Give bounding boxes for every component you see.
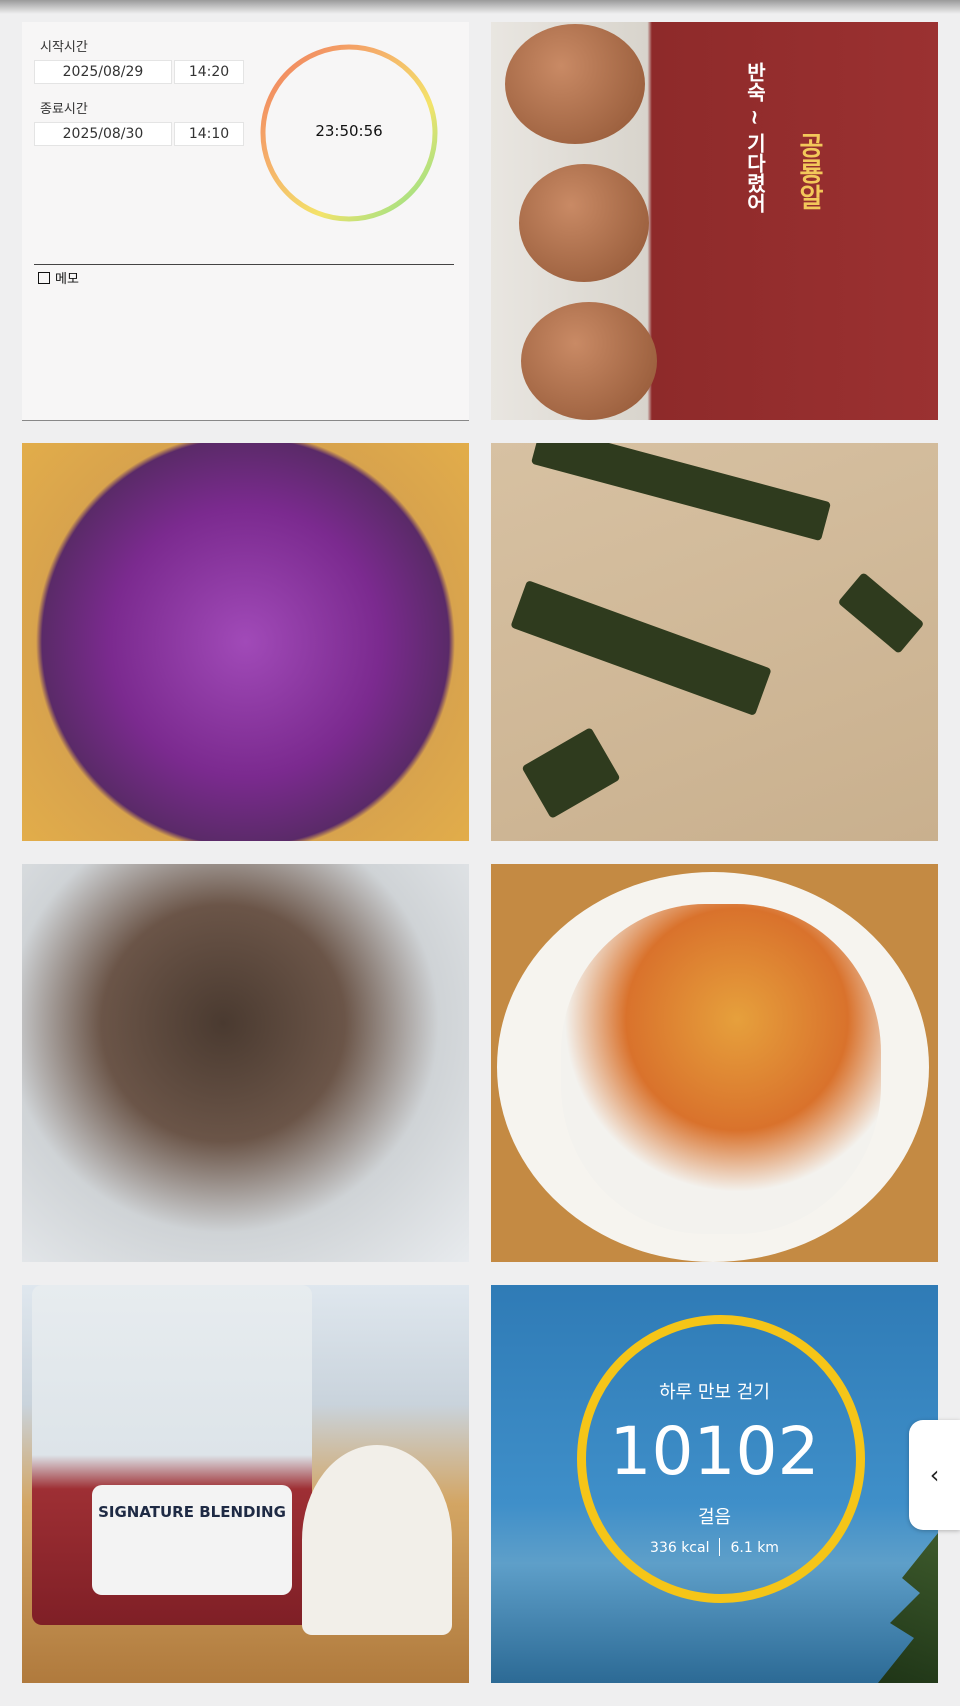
photo-eggs[interactable]: 공룡알 반숙 ~ 기다렸어 <box>491 22 938 420</box>
side-panel-toggle[interactable]: ‹ <box>909 1420 960 1530</box>
egg-box-label: 공룡알 <box>794 132 824 210</box>
status-bar-shadow <box>0 0 960 14</box>
memo-label: 메모 <box>55 272 79 287</box>
seaweed-strip <box>510 580 772 716</box>
egg-image <box>521 302 657 420</box>
step-count: 10102 <box>609 1413 820 1490</box>
paper-cup <box>302 1445 452 1635</box>
photo-drinks[interactable]: SIGNATURE BLENDING <box>22 1285 469 1683</box>
end-time-label: 종료시간 <box>40 102 88 117</box>
memo-divider <box>34 264 454 265</box>
food-on-plate <box>561 904 881 1234</box>
egg-box-sublabel: 반숙 ~ 기다렸어 <box>743 62 767 213</box>
seaweed-strip <box>837 571 925 655</box>
kcal-value: 336 kcal <box>650 1540 710 1556</box>
walk-stats: 336 kcal 6.1 km <box>491 1538 938 1556</box>
chevron-left-icon[interactable]: ‹ <box>930 1461 940 1489</box>
distance-value: 6.1 km <box>730 1540 779 1556</box>
start-time-label: 시작시간 <box>40 40 88 55</box>
cup-label: SIGNATURE BLENDING <box>92 1485 292 1595</box>
stats-separator <box>719 1538 721 1556</box>
start-time-field[interactable]: 14:20 <box>174 60 244 84</box>
elapsed-timer: 23:50:56 <box>315 122 383 140</box>
checkbox-icon[interactable] <box>38 272 50 284</box>
memo-toggle[interactable]: 메모 <box>38 268 79 287</box>
fasting-card[interactable]: 시작시간 2025/08/29 14:20 종료시간 2025/08/30 14… <box>22 22 469 421</box>
photo-rice-cake-bread[interactable] <box>22 864 469 1262</box>
end-time-field[interactable]: 14:10 <box>174 122 244 146</box>
walk-title: 하루 만보 걷기 <box>659 1382 770 1403</box>
seaweed-strip <box>530 443 832 542</box>
walking-card[interactable]: 하루 만보 걷기 10102 걸음 336 kcal 6.1 km <box>491 1285 938 1683</box>
photo-meal-plate[interactable] <box>491 864 938 1262</box>
step-unit: 걸음 <box>697 1507 732 1528</box>
photo-red-cabbage[interactable] <box>22 443 469 841</box>
end-date-field[interactable]: 2025/08/30 <box>34 122 172 146</box>
egg-image <box>519 164 649 282</box>
photo-seaweed[interactable] <box>491 443 938 841</box>
start-date-field[interactable]: 2025/08/29 <box>34 60 172 84</box>
seaweed-strip <box>521 727 621 819</box>
egg-image <box>505 24 645 144</box>
